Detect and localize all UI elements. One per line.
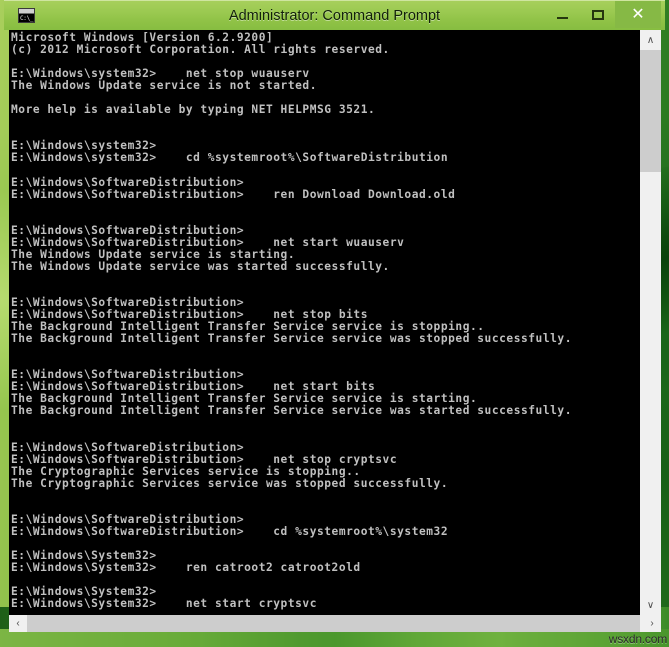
console-client-area: Microsoft Windows [Version 6.2.9200] (c)… xyxy=(9,30,661,632)
command-prompt-window: C:\_ Administrator: Command Prompt ✕ Mic… xyxy=(0,0,669,632)
horizontal-scroll-thumb[interactable] xyxy=(27,615,640,632)
vertical-scrollbar[interactable]: ∧ ∨ xyxy=(640,30,661,615)
window-titlebar[interactable]: C:\_ Administrator: Command Prompt ✕ xyxy=(4,0,665,30)
maximize-icon xyxy=(591,9,604,20)
scroll-down-button[interactable]: ∨ xyxy=(640,595,661,615)
scroll-right-button[interactable]: › xyxy=(643,615,661,632)
console-text: Microsoft Windows [Version 6.2.9200] (c)… xyxy=(11,31,572,611)
scroll-left-button[interactable]: ‹ xyxy=(9,615,27,632)
maximize-button[interactable] xyxy=(580,1,615,28)
console-output-area[interactable]: Microsoft Windows [Version 6.2.9200] (c)… xyxy=(9,30,640,615)
scroll-up-button[interactable]: ∧ xyxy=(640,30,661,50)
close-button[interactable]: ✕ xyxy=(615,1,661,28)
minimize-button[interactable] xyxy=(545,1,580,28)
horizontal-scrollbar[interactable]: ‹ › xyxy=(9,615,661,632)
minimize-icon xyxy=(557,16,568,19)
caption-buttons: ✕ xyxy=(545,1,661,28)
vertical-scroll-thumb[interactable] xyxy=(640,50,661,172)
site-watermark: wsxdn.com xyxy=(608,632,667,646)
